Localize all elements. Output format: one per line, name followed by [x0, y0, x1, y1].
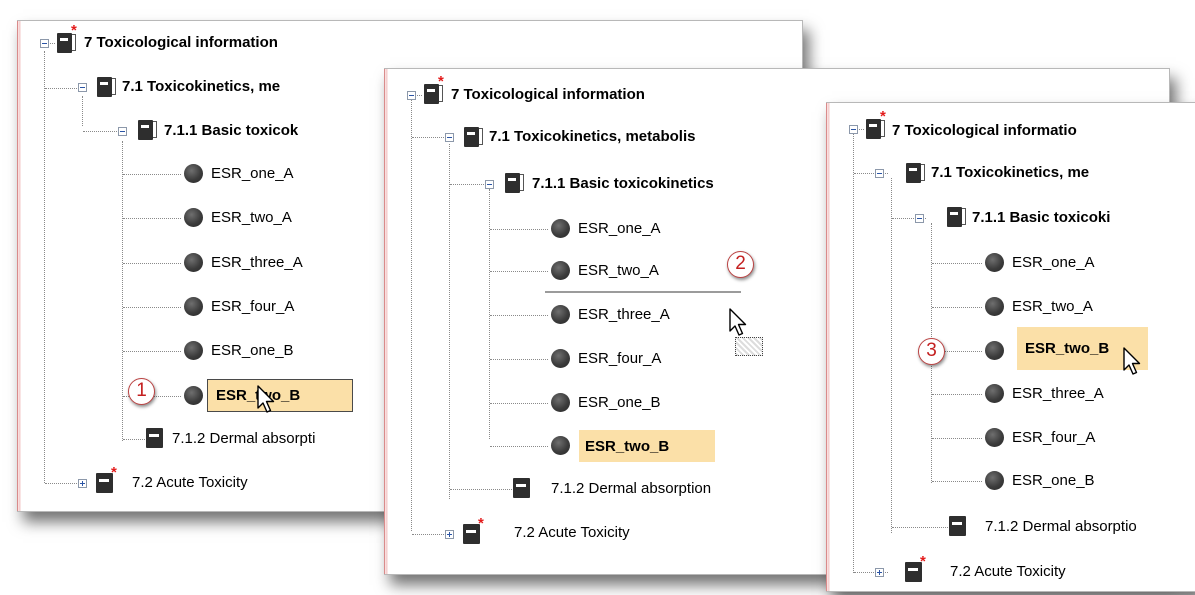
collapse-toggle[interactable]: [445, 133, 454, 142]
tree-item-label[interactable]: ESR_one_B: [578, 394, 661, 412]
section-book-icon: *: [96, 465, 117, 493]
collapse-toggle[interactable]: [875, 169, 884, 178]
mouse-cursor-icon: [257, 385, 275, 413]
collapse-toggle[interactable]: [118, 127, 127, 136]
tree-node-label[interactable]: 7 Toxicological information: [451, 86, 645, 104]
section-book-icon: [906, 162, 925, 184]
section-book-icon: [464, 126, 483, 148]
drag-copy-icon: [735, 337, 763, 356]
record-icon: [551, 349, 570, 368]
tree-item-label[interactable]: ESR_three_A: [578, 306, 670, 324]
section-book-icon: [146, 428, 163, 448]
collapse-toggle[interactable]: [485, 180, 494, 189]
section-book-icon: [505, 172, 524, 194]
tree-item-label[interactable]: ESR_four_A: [578, 350, 661, 368]
record-icon: [551, 436, 570, 455]
record-icon: [985, 341, 1004, 360]
tree-panel-step-3: * 7 Toxicological informatio 7.1 Toxicok…: [826, 102, 1195, 592]
record-icon: [985, 471, 1004, 490]
expand-toggle[interactable]: [875, 568, 884, 577]
tree-item-label[interactable]: ESR_three_A: [211, 254, 303, 272]
tree-node-label[interactable]: 7.1.2 Dermal absorpti: [172, 430, 315, 448]
panel-edge: [384, 69, 388, 574]
record-icon: [551, 393, 570, 412]
tree-item-label[interactable]: ESR_one_A: [578, 220, 661, 238]
tree-node-label[interactable]: 7.2 Acute Toxicity: [514, 524, 630, 542]
drop-insertion-line: [545, 291, 741, 293]
tree-node-label[interactable]: 7.2 Acute Toxicity: [950, 563, 1066, 581]
record-icon: [985, 428, 1004, 447]
section-book-icon: [947, 206, 966, 228]
tree-item-label[interactable]: ESR_four_A: [1012, 429, 1095, 447]
record-icon: [551, 261, 570, 280]
section-book-icon: *: [57, 23, 77, 54]
tree-item-label[interactable]: ESR_one_A: [1012, 254, 1095, 272]
record-icon: [184, 386, 203, 405]
step-badge: 3: [918, 338, 945, 365]
tree-item-label[interactable]: ESR_two_A: [1012, 298, 1093, 316]
tree-item-label[interactable]: ESR_three_A: [1012, 385, 1104, 403]
collapse-toggle[interactable]: [849, 125, 858, 134]
tree-node-label[interactable]: 7.1 Toxicokinetics, metabolis: [489, 128, 695, 146]
expand-toggle[interactable]: [78, 479, 87, 488]
tree-node-label[interactable]: 7.1.2 Dermal absorptio: [985, 518, 1137, 536]
section-book-icon: *: [905, 554, 926, 582]
tree-node-label[interactable]: 7.1.1 Basic toxicok: [164, 122, 298, 140]
collapse-toggle[interactable]: [915, 214, 924, 223]
tree-node-label[interactable]: 7.1 Toxicokinetics, me: [931, 164, 1089, 182]
expand-toggle[interactable]: [445, 530, 454, 539]
collapse-toggle[interactable]: [40, 39, 49, 48]
record-icon: [184, 297, 203, 316]
record-icon: [985, 384, 1004, 403]
record-icon: [184, 341, 203, 360]
record-icon: [551, 305, 570, 324]
tree-item-label[interactable]: ESR_two_A: [211, 209, 292, 227]
step-badge: 2: [727, 251, 754, 278]
tree-node-label[interactable]: 7 Toxicological information: [84, 34, 278, 52]
tree-item-label[interactable]: ESR_two_B: [1025, 340, 1109, 358]
section-book-icon: [138, 119, 157, 141]
mouse-cursor-icon: [729, 308, 747, 336]
mouse-cursor-icon: [1123, 347, 1141, 375]
section-book-icon: [513, 478, 530, 498]
panel-edge: [826, 103, 830, 591]
section-book-icon: *: [424, 74, 444, 105]
tree-item-label[interactable]: ESR_one_B: [211, 342, 294, 360]
tree-item-label[interactable]: ESR_four_A: [211, 298, 294, 316]
tree-node-label[interactable]: 7.1.2 Dermal absorption: [551, 480, 711, 498]
record-icon: [985, 297, 1004, 316]
section-book-icon: *: [866, 109, 886, 140]
tree-node-label[interactable]: 7.1 Toxicokinetics, me: [122, 78, 280, 96]
collapse-toggle[interactable]: [407, 91, 416, 100]
section-book-icon: *: [463, 516, 484, 544]
tree-node-label[interactable]: 7.1.1 Basic toxicokinetics: [532, 175, 714, 193]
collapse-toggle[interactable]: [78, 83, 87, 92]
tree-node-label[interactable]: 7.1.1 Basic toxicoki: [972, 209, 1110, 227]
tree-item-label[interactable]: ESR_two_B: [585, 438, 669, 456]
record-icon: [184, 253, 203, 272]
tree-item-label[interactable]: ESR_two_A: [578, 262, 659, 280]
record-icon: [551, 219, 570, 238]
tree-item-label[interactable]: ESR_one_B: [1012, 472, 1095, 490]
section-book-icon: [949, 516, 966, 536]
tree-node-label[interactable]: 7 Toxicological informatio: [892, 122, 1077, 140]
panel-edge: [17, 21, 21, 511]
section-book-icon: [97, 76, 116, 98]
tree-node-label[interactable]: 7.2 Acute Toxicity: [132, 474, 248, 492]
record-icon: [184, 208, 203, 227]
tree-item-label[interactable]: ESR_one_A: [211, 165, 294, 183]
step-badge: 1: [128, 378, 155, 405]
record-icon: [184, 164, 203, 183]
record-icon: [985, 253, 1004, 272]
